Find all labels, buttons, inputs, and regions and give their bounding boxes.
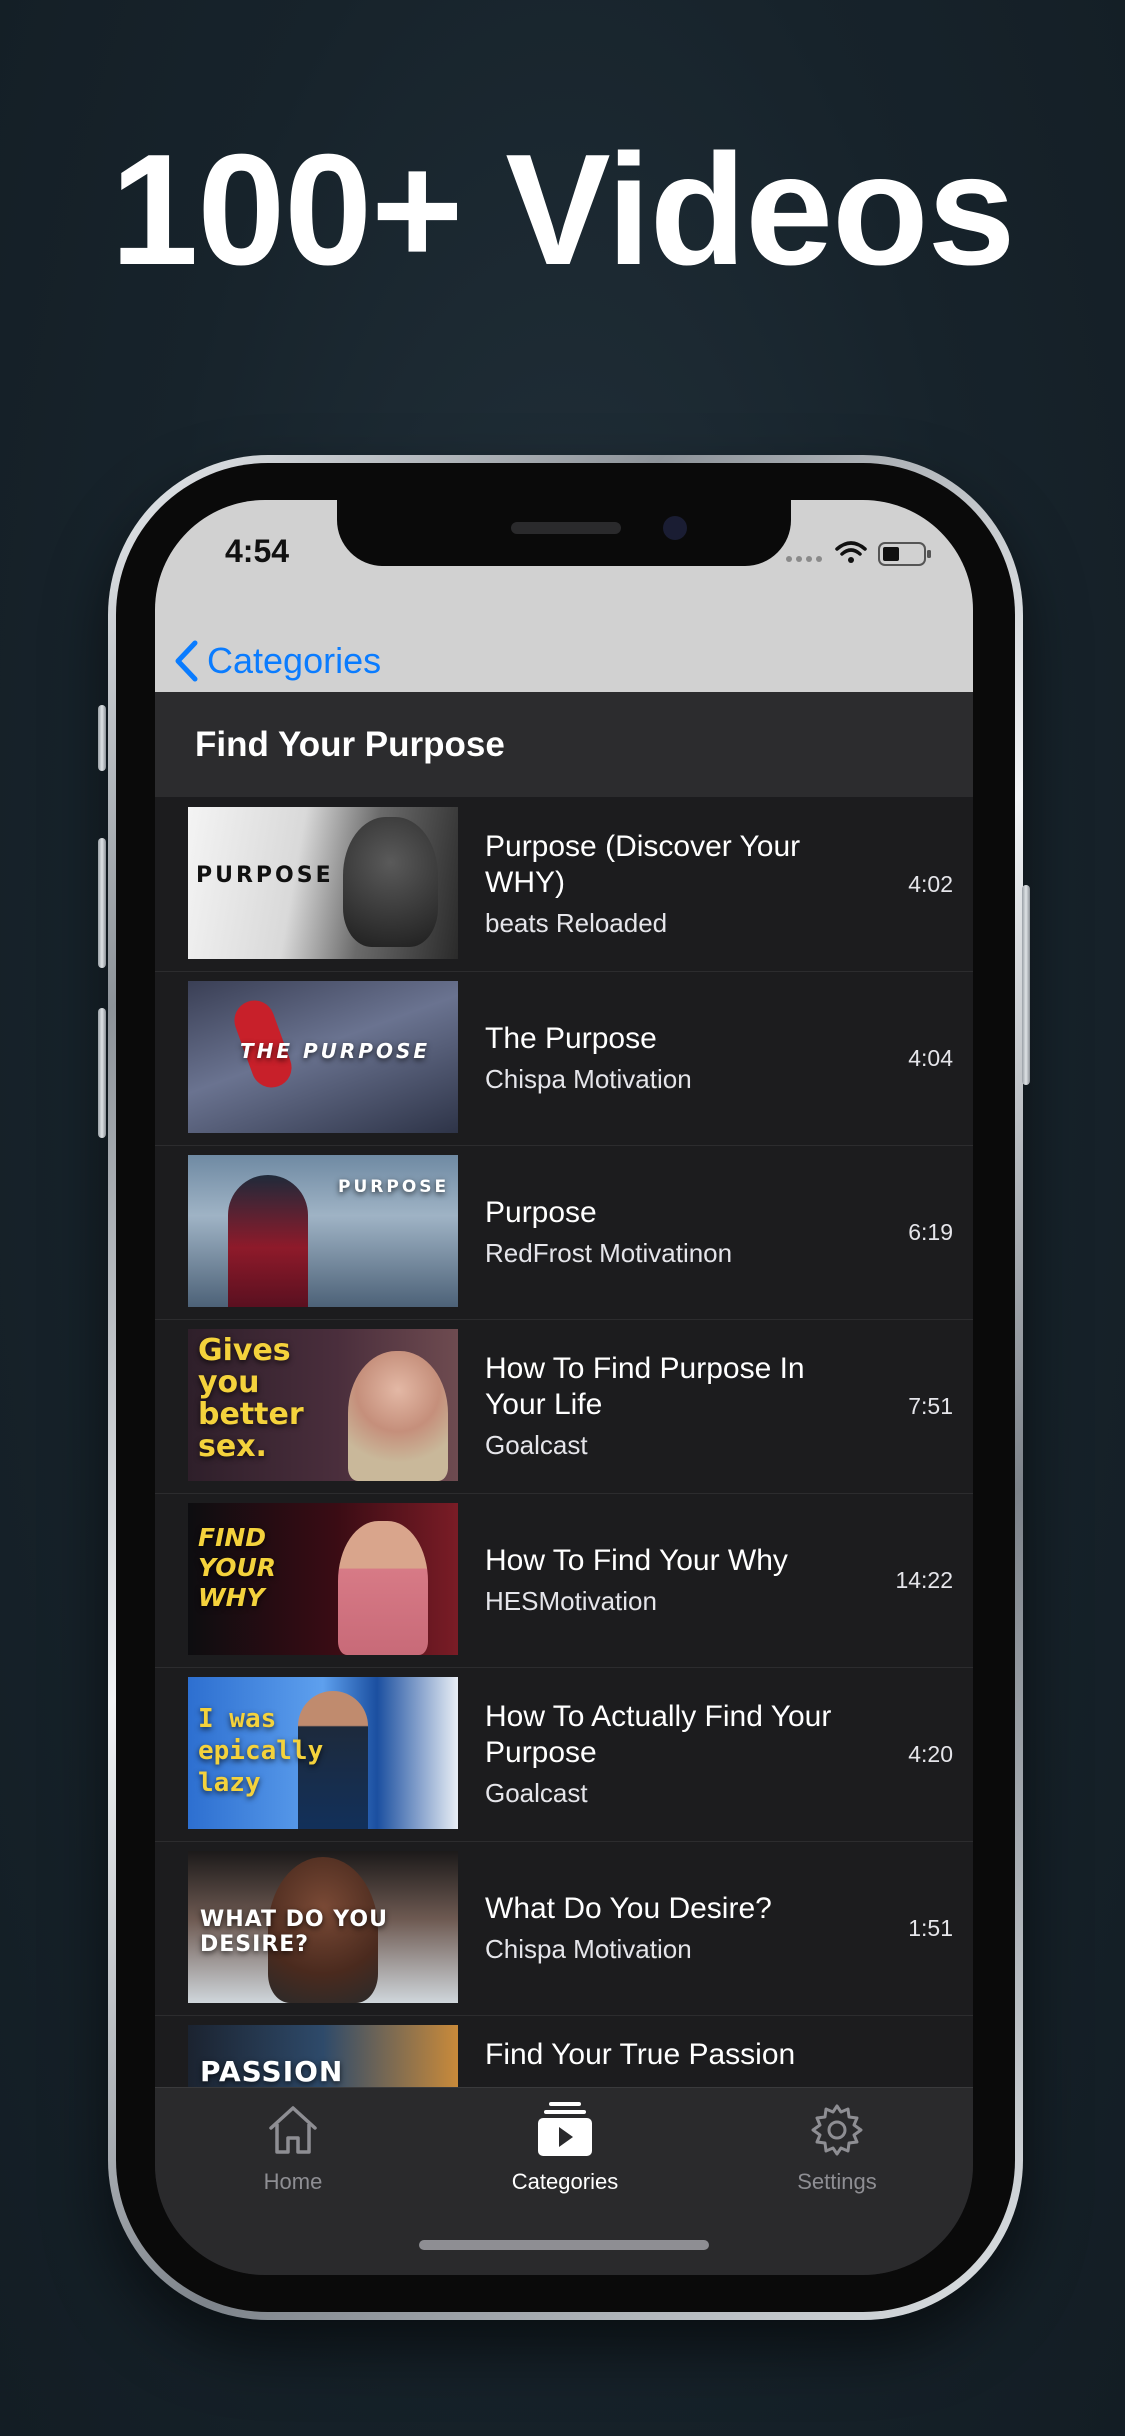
video-thumbnail: THE PURPOSE [188,981,458,1133]
video-duration: 7:51 [908,1392,953,1419]
gear-icon [811,2104,863,2156]
notch [337,500,791,566]
wifi-icon [835,541,867,563]
video-channel: Chispa Motivation [485,1934,692,1964]
video-duration: 4:20 [908,1740,953,1767]
video-row[interactable]: Gives you better sex. How To Find Purpos… [155,1319,973,1494]
video-channel: Goalcast [485,1778,588,1808]
back-button-label: Categories [207,640,382,681]
status-time: 4:54 [225,533,290,569]
thumbnail-caption: WHAT DO YOU DESIRE? [200,1907,388,1957]
video-duration: 1:51 [908,1914,953,1941]
video-channel: RedFrost Motivatinon [485,1238,733,1268]
tab-label: Settings [797,2169,877,2194]
video-thumbnail: PURPOSE [188,807,458,959]
video-channel: beats Reloaded [485,908,668,938]
video-title: Purpose [485,1196,597,1229]
thumbnail-caption: PURPOSE [196,863,334,888]
video-title: Find Your True Passion [485,2038,796,2071]
video-row[interactable]: FIND YOUR WHY How To Find Your Why HESMo… [155,1493,973,1668]
video-thumbnail: FIND YOUR WHY [188,1503,458,1655]
speaker-grille [511,522,621,534]
home-indicator [419,2240,709,2250]
video-thumbnail: Gives you better sex. [188,1329,458,1481]
video-duration: 4:02 [908,870,953,897]
thumbnail-caption: Gives you better sex. [198,1333,304,1464]
thumbnail-caption: PASSION [200,2055,344,2088]
video-channel: Chispa Motivation [485,1064,692,1094]
signal-icon [786,556,822,562]
thumbnail-caption: I was epically lazy [198,1704,324,1798]
video-thumbnail: I was epically lazy [188,1677,458,1829]
tab-categories[interactable]: Categories [475,2100,655,2195]
video-title: The Purpose [485,1022,657,1055]
video-duration: 4:04 [908,1044,953,1071]
video-channel: Goalcast [485,1430,588,1460]
video-stack-icon [538,2102,592,2156]
video-title: Purpose (Discover Your WHY) [485,830,801,899]
navigation-bar: Categories [155,630,973,692]
video-thumbnail: PURPOSE [188,1155,458,1307]
video-title: How To Find Your Why [485,1544,788,1577]
video-row[interactable]: PURPOSE Purpose RedFrost Motivatinon 6:1… [155,1145,973,1320]
tab-home[interactable]: Home [203,2100,383,2195]
video-duration: 6:19 [908,1218,953,1245]
front-camera [663,516,687,540]
video-title: How To Find Purpose In Your Life [485,1352,805,1421]
video-thumbnail: WHAT DO YOU DESIRE? [188,1851,458,2003]
tab-settings[interactable]: Settings [747,2100,927,2195]
tab-label: Home [263,2169,323,2194]
video-title: How To Actually Find Your Purpose [485,1700,832,1769]
video-row[interactable]: I was epically lazy How To Actually Find… [155,1667,973,1842]
thumbnail-caption: FIND YOUR WHY [198,1523,277,1612]
promo-headline: 100+ Videos [110,122,1016,298]
video-row[interactable]: THE PURPOSE The Purpose Chispa Motivatio… [155,971,973,1146]
category-title: Find Your Purpose [195,725,505,764]
tab-label: Categories [511,2169,619,2194]
house-icon [269,2106,317,2154]
power-button [1022,885,1030,1085]
category-header: Find Your Purpose [155,692,973,797]
volume-down-button [98,1008,106,1138]
video-list[interactable]: PURPOSE Purpose (Discover Your WHY) beat… [155,797,973,2107]
volume-up-button [98,838,106,968]
chevron-left-icon [175,640,198,682]
status-icons [786,541,931,566]
thumbnail-caption: PURPOSE [338,1177,450,1197]
video-title: What Do You Desire? [485,1892,772,1925]
phone-screen: 4:54 Categories Find Your Purpose PURPOS… [155,500,973,2275]
battery-icon [878,542,931,566]
back-button[interactable]: Categories [173,630,381,692]
video-row[interactable]: PURPOSE Purpose (Discover Your WHY) beat… [155,797,973,972]
video-duration: 14:22 [895,1566,953,1593]
mute-switch [98,705,106,771]
video-row[interactable]: WHAT DO YOU DESIRE? What Do You Desire? … [155,1841,973,2016]
video-channel: HESMotivation [485,1586,657,1616]
thumbnail-caption: THE PURPOSE [240,1039,431,1063]
